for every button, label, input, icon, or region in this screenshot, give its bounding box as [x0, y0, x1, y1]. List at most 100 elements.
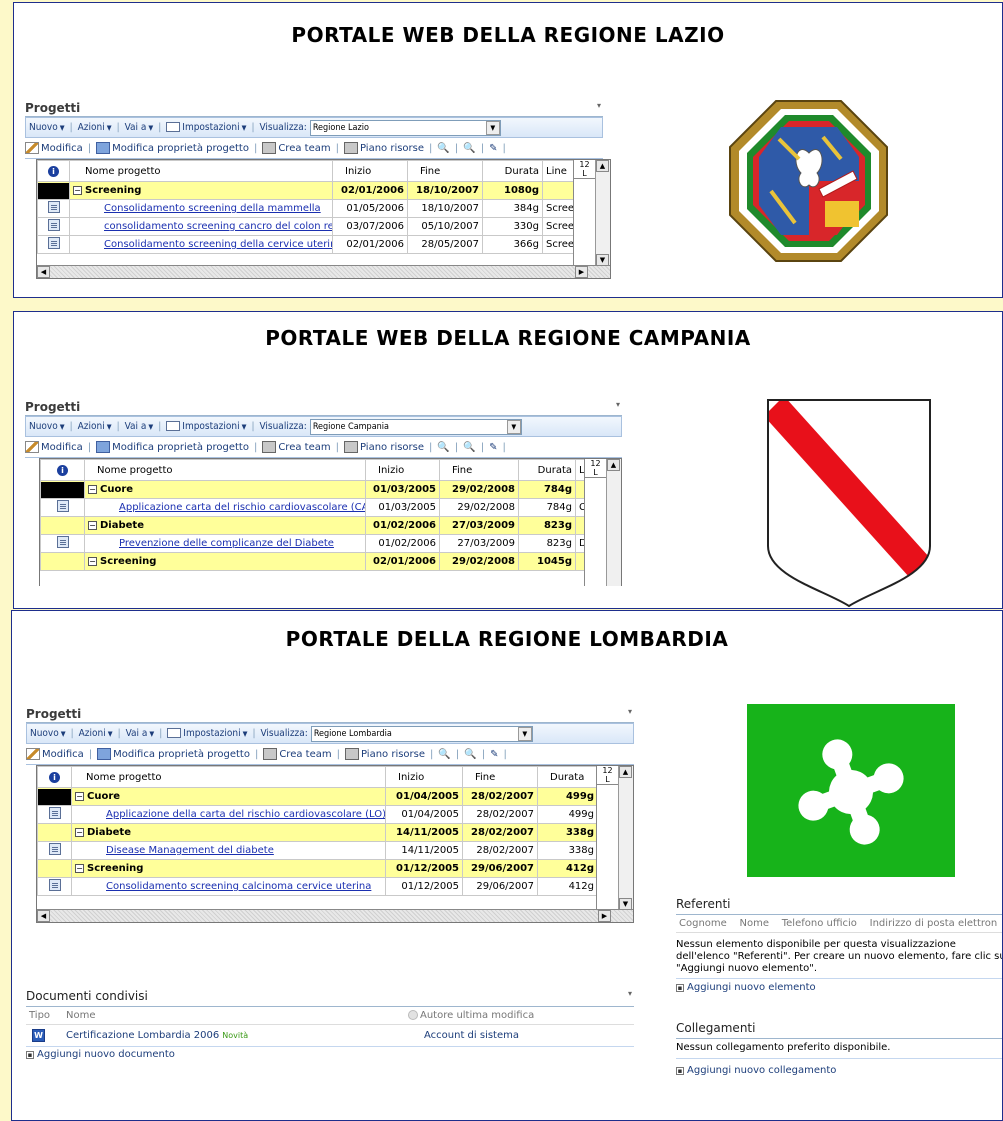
- vai-a-menu[interactable]: Vai a ▼: [126, 728, 155, 739]
- piano-risorse-button[interactable]: Piano risorse: [343, 441, 424, 453]
- project-link[interactable]: Applicazione carta del rischio cardiovas…: [84, 498, 366, 517]
- document-link[interactable]: Certificazione Lombardia 2006 Novità: [66, 1030, 248, 1041]
- collapse-icon[interactable]: −: [88, 521, 97, 530]
- scroll-to-task-icon[interactable]: ✎: [489, 442, 497, 453]
- impostazioni-menu[interactable]: Impostazioni ▼: [166, 122, 246, 133]
- scroll-to-task-icon[interactable]: ✎: [490, 749, 498, 760]
- summary-row[interactable]: − Screening 02/01/2006 18/10/2007 1080g: [37, 181, 578, 200]
- scroll-left-icon[interactable]: ◀: [37, 266, 50, 278]
- project-link[interactable]: Consolidamento screening della mammella: [69, 199, 333, 218]
- scroll-up-icon[interactable]: ▲: [596, 160, 609, 172]
- col-durata[interactable]: Durata: [482, 160, 543, 182]
- vai-a-menu[interactable]: Vai a ▼: [125, 122, 154, 133]
- gantt-zoom[interactable]: 12 L: [584, 459, 606, 586]
- col-nome[interactable]: Nome progetto: [69, 160, 333, 182]
- table-row[interactable]: Applicazione della carta del rischio car…: [37, 805, 598, 824]
- view-select[interactable]: Regione Lazio ▼: [309, 119, 501, 136]
- col-cognome[interactable]: Cognome: [679, 918, 727, 929]
- modifica-proprieta-button[interactable]: Modifica proprietà progetto: [96, 441, 249, 453]
- col-nome[interactable]: Nome: [66, 1007, 96, 1024]
- col-inizio[interactable]: Inizio: [385, 766, 463, 788]
- collapse-icon[interactable]: −: [73, 186, 82, 195]
- project-link[interactable]: Disease Management del diabete: [71, 841, 386, 860]
- impostazioni-menu[interactable]: Impostazioni ▼: [167, 728, 247, 739]
- col-telefono[interactable]: Telefono ufficio: [782, 918, 857, 929]
- table-row[interactable]: Applicazione carta del rischio cardiovas…: [40, 498, 601, 517]
- author-link[interactable]: Account di sistema: [424, 1030, 519, 1041]
- summary-row[interactable]: − Screening 01/12/2005 29/06/2007 412g: [37, 859, 598, 878]
- zoom-in-icon[interactable]: 🔍: [437, 442, 449, 453]
- azioni-menu[interactable]: Azioni ▼: [78, 122, 112, 133]
- col-nome[interactable]: Nome: [740, 918, 770, 929]
- col-nome[interactable]: Nome progetto: [71, 766, 386, 788]
- scroll-left-icon[interactable]: ◀: [37, 910, 50, 922]
- scroll-up-icon[interactable]: ▲: [607, 459, 620, 471]
- col-email[interactable]: Indirizzo di posta elettron: [870, 918, 998, 929]
- nuovo-menu[interactable]: Nuovo ▼: [29, 122, 65, 133]
- col-durata[interactable]: Durata: [518, 459, 576, 481]
- collapse-icon[interactable]: −: [88, 557, 97, 566]
- horizontal-scrollbar[interactable]: ◀ ▶: [37, 909, 633, 922]
- vai-a-menu[interactable]: Vai a ▼: [125, 421, 154, 432]
- azioni-menu[interactable]: Azioni ▼: [79, 728, 113, 739]
- zoom-out-icon[interactable]: 🔍: [463, 442, 475, 453]
- modifica-button[interactable]: Modifica: [26, 748, 84, 760]
- crea-team-button[interactable]: Crea team: [263, 748, 332, 760]
- col-nome[interactable]: Nome progetto: [84, 459, 366, 481]
- nuovo-menu[interactable]: Nuovo ▼: [30, 728, 66, 739]
- zoom-out-icon[interactable]: 🔍: [464, 749, 476, 760]
- crea-team-button[interactable]: Crea team: [262, 441, 331, 453]
- piano-risorse-button[interactable]: Piano risorse: [343, 142, 424, 154]
- add-item-link[interactable]: ▪ Aggiungi nuovo elemento: [676, 978, 1002, 993]
- azioni-menu[interactable]: Azioni ▼: [78, 421, 112, 432]
- scroll-right-icon[interactable]: ▶: [598, 910, 611, 922]
- table-row[interactable]: consolidamento screening cancro del colo…: [37, 217, 578, 236]
- gantt-zoom[interactable]: 12 L: [573, 160, 595, 266]
- collapse-icon[interactable]: −: [75, 828, 84, 837]
- webpart-menu-icon[interactable]: ▾: [597, 101, 601, 110]
- table-row[interactable]: Consolidamento screening della mammella 0…: [37, 199, 578, 218]
- piano-risorse-button[interactable]: Piano risorse: [344, 748, 425, 760]
- summary-row[interactable]: − Diabete 14/11/2005 28/02/2007 338g: [37, 823, 598, 842]
- gantt-zoom[interactable]: 12 L: [596, 766, 618, 910]
- col-fine[interactable]: Fine: [462, 766, 538, 788]
- vertical-scrollbar[interactable]: ▲ ▼: [595, 160, 610, 266]
- collapse-icon[interactable]: −: [75, 864, 84, 873]
- view-select[interactable]: Regione Campania ▼: [309, 418, 522, 435]
- summary-row[interactable]: − Cuore 01/04/2005 28/02/2007 499g: [37, 787, 598, 806]
- add-link-link[interactable]: ▪ Aggiungi nuovo collegamento: [676, 1065, 1002, 1076]
- impostazioni-menu[interactable]: Impostazioni ▼: [166, 421, 246, 432]
- scroll-up-icon[interactable]: ▲: [619, 766, 632, 778]
- table-row[interactable]: Disease Management del diabete 14/11/2005…: [37, 841, 598, 860]
- add-document-link[interactable]: ▪ Aggiungi nuovo documento: [26, 1049, 634, 1060]
- modifica-proprieta-button[interactable]: Modifica proprietà progetto: [97, 748, 250, 760]
- collapse-icon[interactable]: −: [75, 792, 84, 801]
- view-select[interactable]: Regione Lombardia ▼: [310, 725, 533, 742]
- table-row[interactable]: Prevenzione delle complicanze del Diabet…: [40, 534, 601, 553]
- project-link[interactable]: consolidamento screening cancro del colo…: [69, 217, 333, 236]
- scroll-to-task-icon[interactable]: ✎: [489, 143, 497, 154]
- col-tipo[interactable]: Tipo: [29, 1007, 50, 1024]
- col-inizio[interactable]: Inizio: [365, 459, 440, 481]
- zoom-out-icon[interactable]: 🔍: [463, 143, 475, 154]
- webpart-menu-icon[interactable]: ▾: [628, 989, 632, 998]
- col-fine[interactable]: Fine: [439, 459, 519, 481]
- project-link[interactable]: Prevenzione delle complicanze del Diabet…: [84, 534, 366, 553]
- vertical-scrollbar[interactable]: ▲ ▼: [618, 766, 633, 910]
- col-durata[interactable]: Durata: [537, 766, 598, 788]
- col-autore[interactable]: Autore ultima modifica: [408, 1007, 534, 1024]
- summary-row[interactable]: − Screening 02/01/2006 29/02/2008 1045g: [40, 552, 601, 571]
- vertical-scrollbar[interactable]: ▲: [606, 459, 621, 586]
- col-inizio[interactable]: Inizio: [332, 160, 408, 182]
- webpart-menu-icon[interactable]: ▾: [616, 400, 620, 409]
- project-link[interactable]: Applicazione della carta del rischio car…: [71, 805, 386, 824]
- collapse-icon[interactable]: −: [88, 485, 97, 494]
- zoom-in-icon[interactable]: 🔍: [437, 143, 449, 154]
- summary-row[interactable]: − Diabete 01/02/2006 27/03/2009 823g: [40, 516, 601, 535]
- scroll-right-icon[interactable]: ▶: [575, 266, 588, 278]
- nuovo-menu[interactable]: Nuovo ▼: [29, 421, 65, 432]
- project-link[interactable]: Consolidamento screening calcinoma cervi…: [71, 877, 386, 896]
- col-fine[interactable]: Fine: [407, 160, 483, 182]
- webpart-menu-icon[interactable]: ▾: [628, 707, 632, 716]
- horizontal-scrollbar[interactable]: ◀ ▶: [37, 265, 610, 278]
